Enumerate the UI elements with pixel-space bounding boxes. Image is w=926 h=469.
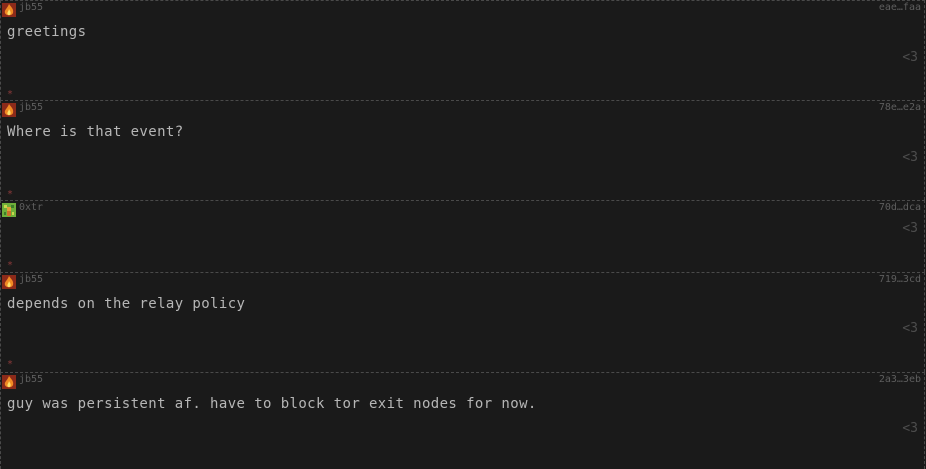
post-event-id[interactable]: 719…3cd: [879, 274, 921, 286]
like-button[interactable]: <3: [902, 321, 918, 337]
like-button[interactable]: <3: [902, 421, 918, 437]
post-event-id[interactable]: 2a3…3eb: [879, 374, 921, 386]
note-post: jb55 78e…e2a Where is that event? <3 *: [0, 100, 925, 200]
like-button[interactable]: <3: [902, 50, 918, 66]
post-content: depends on the relay policy: [7, 296, 246, 312]
post-content: guy was persistent af. have to block tor…: [7, 396, 537, 412]
like-button[interactable]: <3: [902, 150, 918, 166]
note-post: jb55 719…3cd depends on the relay policy…: [0, 272, 925, 372]
post-author[interactable]: jb55: [19, 2, 43, 14]
note-post: jb55 2a3…3eb guy was persistent af. have…: [0, 372, 925, 469]
fire-avatar-icon[interactable]: [2, 375, 16, 389]
post-event-id[interactable]: 70d…dca: [879, 202, 921, 214]
post-event-id[interactable]: 78e…e2a: [879, 102, 921, 114]
post-author[interactable]: jb55: [19, 274, 43, 286]
post-marker: *: [7, 359, 14, 370]
post-author[interactable]: jb55: [19, 102, 43, 114]
post-author[interactable]: jb55: [19, 374, 43, 386]
post-marker: *: [7, 189, 14, 200]
post-marker: *: [7, 260, 14, 271]
post-author[interactable]: 0xtr: [19, 202, 43, 214]
fire-avatar-icon[interactable]: [2, 3, 16, 17]
pixel-avatar-icon[interactable]: [2, 203, 16, 217]
post-content: Where is that event?: [7, 124, 184, 140]
fire-avatar-icon[interactable]: [2, 103, 16, 117]
note-post: 0xtr 70d…dca <3 *: [0, 200, 925, 272]
note-post: jb55 eae…faa greetings <3 *: [0, 0, 925, 100]
post-content: greetings: [7, 24, 87, 40]
post-marker: *: [7, 89, 14, 100]
fire-avatar-icon[interactable]: [2, 275, 16, 289]
note-feed: jb55 eae…faa greetings <3 * jb55 78e…e2a…: [0, 0, 926, 469]
post-event-id[interactable]: eae…faa: [879, 2, 921, 14]
like-button[interactable]: <3: [902, 221, 918, 237]
